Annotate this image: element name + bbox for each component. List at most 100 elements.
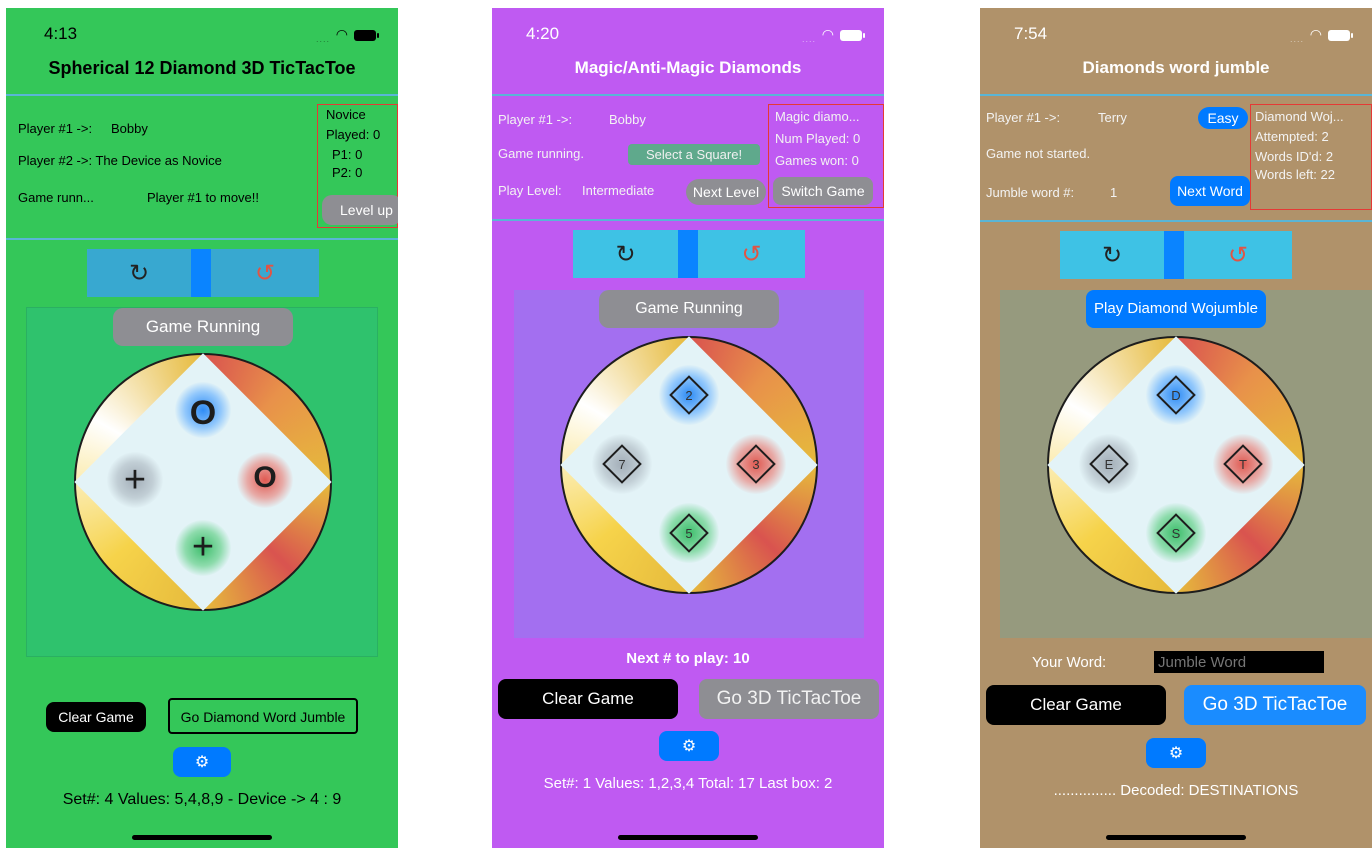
undo-icon[interactable]: ↺ [211,249,319,297]
cell-top-letter: D [1171,387,1181,403]
play-wojumble-button[interactable]: Play Diamond Wojumble [1086,290,1266,328]
cell-right[interactable]: O [239,461,291,495]
cell-top[interactable]: O [177,394,229,433]
stats-box: Magic diamo... Num Played: 0 Games won: … [768,104,884,208]
divider [6,94,398,96]
divider [980,220,1372,222]
status-time: 4:13 [44,24,78,43]
cell-left-value: 7 [618,456,626,472]
game-board: Game Running 2 7 3 5 [514,290,864,638]
status-time: 4:20 [526,24,560,43]
footer-status: ............... Decoded: DESTINATIONS [1053,782,1299,799]
divider [6,238,398,240]
settings-gear-icon[interactable]: ⚙ [173,747,231,777]
cell-bottom[interactable]: + [177,526,229,569]
easy-button[interactable]: Easy [1198,107,1248,129]
go-tictactoe-button[interactable]: Go 3D TicTacToe [1184,685,1366,725]
divider [492,94,884,96]
wifi-icon: ◠ [335,26,348,42]
games-won: Games won: 0 [775,153,859,168]
wifi-icon: ◠ [1309,26,1322,42]
rotate-icon[interactable]: ↻ [573,230,678,278]
battery-icon [1328,30,1353,41]
num-played: Num Played: 0 [775,131,861,146]
select-square-button[interactable]: Select a Square! [628,144,760,165]
play-level-value: Intermediate [582,183,655,198]
battery-icon [840,30,865,41]
rotation-divider [191,249,211,297]
jumble-word-input[interactable] [1154,651,1324,673]
played-count: Played: 0 [326,127,381,142]
player1-label: Player #1 ->: [18,121,93,136]
cell-right-letter: T [1239,456,1247,472]
level-up-button[interactable]: Level up [322,195,398,225]
home-indicator [132,835,272,840]
clear-game-button[interactable]: Clear Game [986,685,1166,725]
stats-box: Diamond Woj... Attempted: 2 Words ID'd: … [1250,104,1372,210]
game-board: Game Running O + O + [26,307,378,657]
cell-right-value: 3 [752,456,760,472]
clear-game-button[interactable]: Clear Game [498,679,678,719]
settings-gear-icon[interactable]: ⚙ [659,731,719,761]
undo-icon[interactable]: ↺ [698,230,805,278]
player1-name: Terry [1098,110,1127,125]
settings-gear-icon[interactable]: ⚙ [1146,738,1206,768]
status-icons: .... ◠ [1290,26,1353,44]
go-tictactoe-button[interactable]: Go 3D TicTacToe [699,679,879,719]
rotation-bar: ↻ ↺ [573,230,805,278]
screen-word-jumble: 7:54 .... ◠ Diamonds word jumble Player … [980,8,1372,848]
next-word-button[interactable]: Next Word [1170,176,1250,206]
game-status: Game not started. [986,146,1091,161]
go-word-jumble-button[interactable]: Go Diamond Word Jumble [168,698,358,734]
jumble-label: Jumble word #: [986,185,1075,200]
player1-label: Player #1 ->: [986,110,1061,125]
player1-name: Bobby [609,112,646,127]
p1-score: P1: 0 [332,147,363,162]
home-indicator [1106,835,1246,840]
play-level-label: Play Level: [498,183,562,198]
status-icons: .... ◠ [316,26,379,44]
rotation-bar: ↻ ↺ [1060,231,1292,279]
page-title: Diamonds word jumble [1082,58,1270,77]
cell-left-letter: E [1104,456,1114,472]
next-number-label: Next # to play: 10 [626,650,750,667]
status-icons: .... ◠ [802,26,865,44]
player1-name: Bobby [111,121,148,136]
screen-magic-diamonds: 4:20 .... ◠ Magic/Anti-Magic Diamonds Pl… [492,8,884,848]
footer-status: Set#: 4 Values: 5,4,8,9 - Device -> 4 : … [62,791,342,808]
game-status: Game running. [498,146,584,161]
player2-label: Player #2 ->: The Device as Novice [18,153,222,168]
divider [492,219,884,221]
cell-left[interactable]: + [109,459,161,502]
cell-top-value: 2 [685,387,693,403]
jumble-number: 1 [1110,185,1118,200]
switch-game-button[interactable]: Switch Game [773,177,873,205]
rotation-divider [1164,231,1184,279]
game-state-button[interactable]: Game Running [599,290,779,328]
game-name: Magic diamo... [775,109,860,124]
next-level-button[interactable]: Next Level [686,179,766,205]
rotate-icon[interactable]: ↻ [87,249,191,297]
your-word-label: Your Word: [1032,654,1107,671]
rotation-bar: ↻ ↺ [87,249,319,297]
footer-status: Set#: 1 Values: 1,2,3,4 Total: 17 Last b… [543,775,833,792]
signal-icon: .... [802,34,817,44]
page-title: Spherical 12 Diamond 3D TicTacToe [48,58,356,78]
game-status: Game runn... [18,190,94,205]
rotate-icon[interactable]: ↻ [1060,231,1164,279]
clear-game-button[interactable]: Clear Game [46,702,146,732]
game-state-button[interactable]: Game Running [113,308,293,346]
wifi-icon: ◠ [821,26,834,42]
words-identified: Words ID'd: 2 [1255,149,1334,164]
undo-icon[interactable]: ↺ [1184,231,1292,279]
player1-label: Player #1 ->: [498,112,573,127]
words-left: Words left: 22 [1255,167,1335,182]
cell-bottom-letter: S [1171,525,1181,541]
p2-score: P2: 0 [332,165,363,180]
level-label: Novice [326,107,366,122]
move-status: Player #1 to move!! [147,190,259,205]
screen-tictactoe: 4:13 .... ◠ Spherical 12 Diamond 3D TicT… [6,8,398,848]
game-board: Play Diamond Wojumble D E T S [1000,290,1372,638]
status-time: 7:54 [1014,24,1048,43]
attempted-count: Attempted: 2 [1255,129,1329,144]
